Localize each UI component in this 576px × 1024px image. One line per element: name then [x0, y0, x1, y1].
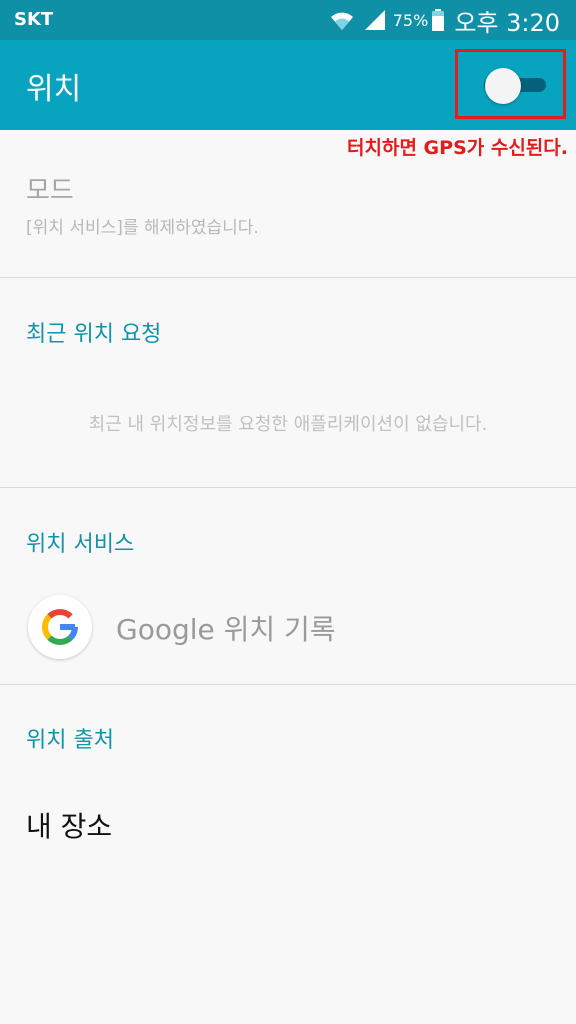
google-icon	[28, 595, 92, 659]
status-bar: SKT 75% 오후 3:20	[0, 0, 576, 40]
carrier-label: SKT	[14, 9, 54, 30]
location-sources-header: 위치 출처	[26, 728, 114, 753]
google-location-history-label: Google 위치 기록	[116, 613, 336, 646]
location-toggle-thumb[interactable]	[485, 68, 521, 104]
recent-requests-empty-message: 최근 내 위치정보를 요청한 애플리케이션이 없습니다.	[88, 414, 488, 435]
battery-percent: 75%	[392, 10, 429, 30]
divider	[0, 487, 576, 488]
google-location-history-item[interactable]: Google 위치 기록	[0, 590, 576, 664]
clock: 오후 3:20	[454, 8, 560, 37]
annotation-text: 터치하면 GPS가 수신된다.	[347, 137, 568, 159]
my-places-item[interactable]: 내 장소	[26, 805, 112, 845]
wifi-icon	[330, 12, 353, 30]
page-title: 위치	[26, 72, 82, 107]
battery-icon	[432, 9, 445, 31]
divider	[0, 684, 576, 685]
mode-subtitle: [위치 서비스]를 해제하였습니다.	[26, 218, 259, 238]
location-services-header: 위치 서비스	[26, 532, 135, 557]
signal-icon	[364, 10, 385, 30]
status-icons: 75% 오후 3:20	[329, 4, 560, 37]
recent-requests-header: 최근 위치 요청	[26, 322, 162, 347]
mode-title: 모드	[26, 176, 74, 206]
divider	[0, 277, 576, 278]
